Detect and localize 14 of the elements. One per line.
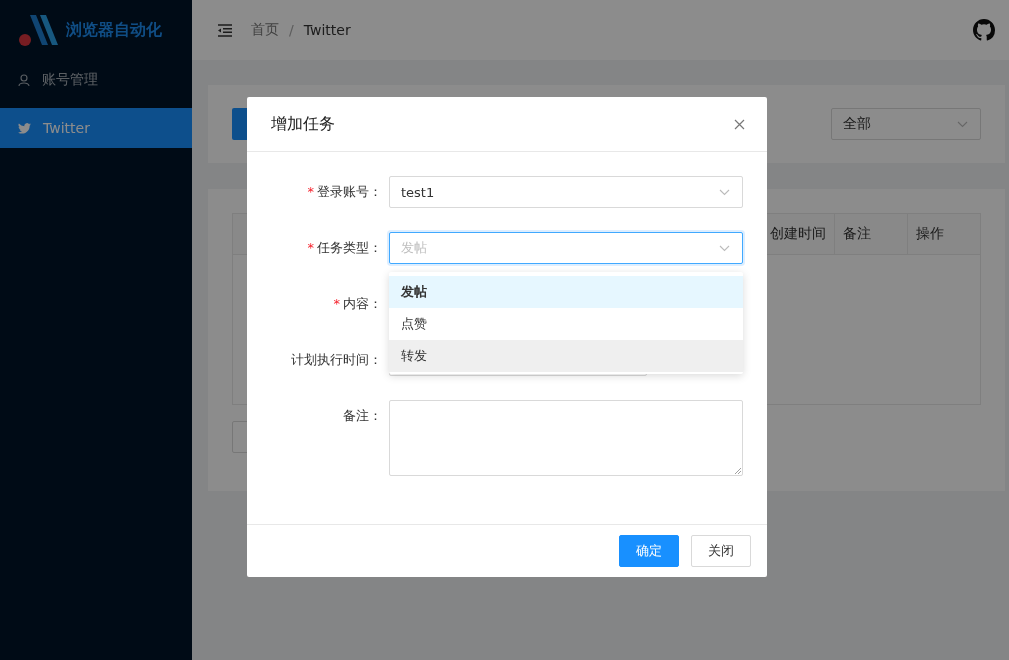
app-title: 浏览器自动化 — [66, 19, 162, 41]
field-label: 计划执行时间： — [291, 352, 382, 367]
column-header: 备注 — [834, 214, 907, 254]
required-mark: * — [333, 296, 340, 311]
field-label: 任务类型： — [317, 240, 382, 255]
field-label: 登录账号： — [317, 184, 382, 199]
field-label: 备注： — [343, 408, 382, 423]
column-header: 操作 — [907, 214, 980, 254]
dialog-title: 增加任务 — [271, 113, 335, 135]
field-label: 内容： — [343, 296, 382, 311]
required-mark: * — [307, 184, 314, 199]
breadcrumb-current: Twitter — [303, 22, 351, 38]
breadcrumb-separator: / — [289, 22, 294, 38]
required-mark: * — [307, 240, 314, 255]
